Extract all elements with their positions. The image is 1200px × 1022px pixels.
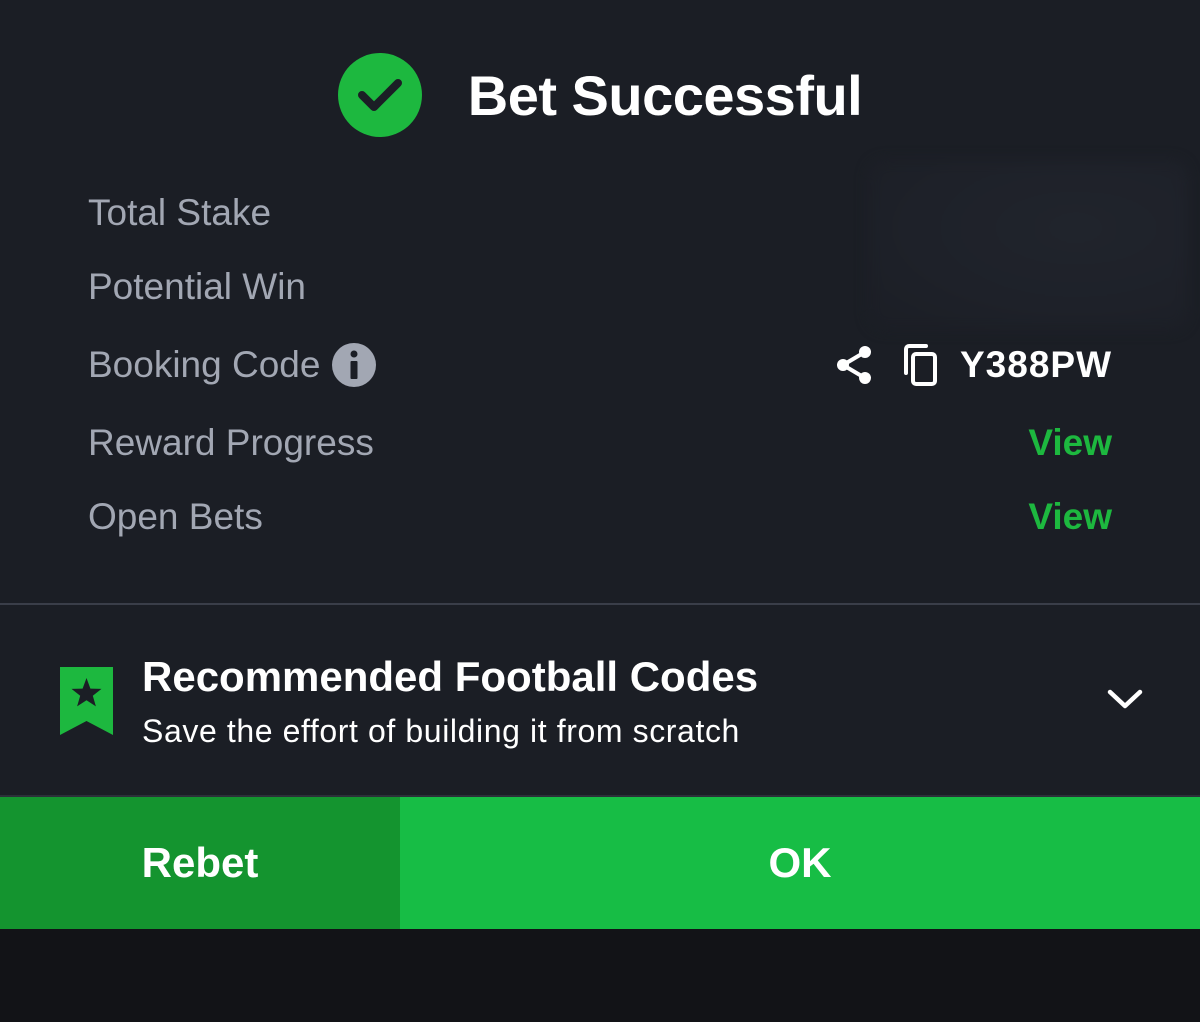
open-bets-label: Open Bets xyxy=(88,496,263,537)
booking-code-label: Booking Code xyxy=(88,344,321,385)
booking-code-value[interactable]: Y388PW xyxy=(960,344,1112,386)
bet-success-sheet: Bet Successful Total Stake Potential Win… xyxy=(0,0,1200,1022)
open-bets-row: Open Bets View xyxy=(88,492,1112,542)
booking-code-label-wrap: Booking Code xyxy=(88,343,377,387)
share-icon[interactable] xyxy=(834,344,874,386)
reward-progress-view-link[interactable]: View xyxy=(1028,422,1112,464)
reward-progress-label: Reward Progress xyxy=(88,422,374,463)
potential-win-label: Potential Win xyxy=(88,266,306,307)
info-icon[interactable] xyxy=(332,343,377,387)
potential-win-row: Potential Win xyxy=(88,262,1112,312)
copy-icon[interactable] xyxy=(900,343,940,387)
total-stake-label: Total Stake xyxy=(88,192,272,233)
check-circle-icon xyxy=(337,53,422,137)
open-bets-view-link[interactable]: View xyxy=(1028,496,1112,538)
recommended-codes-toggle[interactable]: Recommended Football Codes Save the effo… xyxy=(0,605,1200,795)
footer-area xyxy=(0,929,1200,1022)
chevron-down-icon[interactable] xyxy=(1105,685,1145,713)
booking-code-row: Booking Code Y388PW xyxy=(88,340,1112,390)
ok-button[interactable]: OK xyxy=(400,797,1200,929)
recommended-subtitle: Save the effort of building it from scra… xyxy=(142,713,740,749)
total-stake-row: Total Stake xyxy=(88,188,1112,238)
header: Bet Successful xyxy=(0,52,1200,138)
recommended-title: Recommended Football Codes xyxy=(142,653,759,700)
rebet-button[interactable]: Rebet xyxy=(0,797,400,929)
bookmark-star-icon xyxy=(60,667,113,735)
reward-progress-row: Reward Progress View xyxy=(88,418,1112,468)
page-title: Bet Successful xyxy=(467,63,863,127)
booking-code-actions: Y388PW xyxy=(834,343,1112,387)
